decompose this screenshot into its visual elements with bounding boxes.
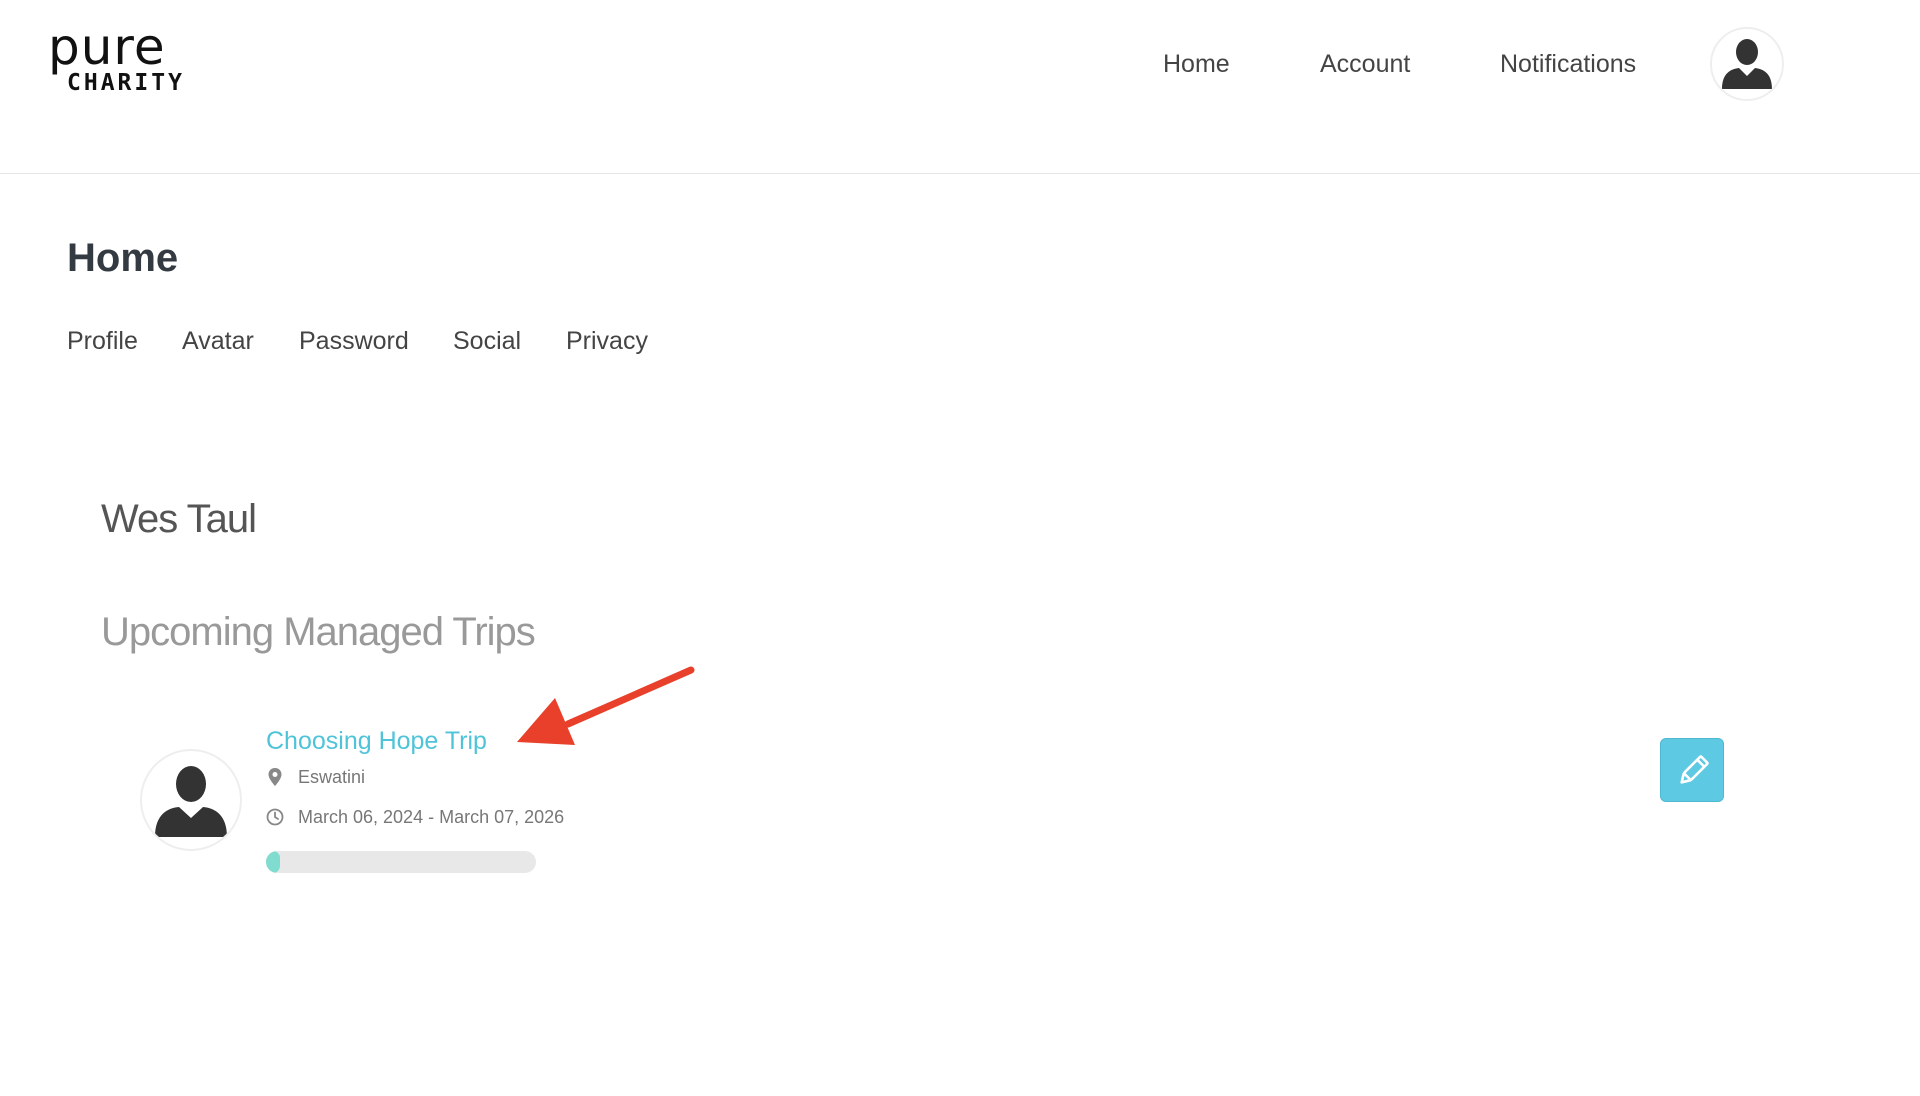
user-name: Wes Taul <box>101 497 257 541</box>
header-avatar[interactable] <box>1710 27 1784 101</box>
nav-notifications[interactable]: Notifications <box>1500 48 1636 80</box>
user-silhouette-icon <box>155 766 227 837</box>
nav-home[interactable]: Home <box>1163 48 1230 80</box>
upcoming-trips-heading: Upcoming Managed Trips <box>101 610 536 654</box>
clock-icon <box>266 808 284 826</box>
trip-dates-text: March 06, 2024 - March 07, 2026 <box>298 807 565 827</box>
edit-trip-button[interactable] <box>1660 738 1724 802</box>
subnav-avatar[interactable]: Avatar <box>182 324 254 358</box>
pencil-icon <box>1680 755 1709 784</box>
trip-title-link[interactable]: Choosing Hope Trip <box>266 724 487 758</box>
map-pin-icon <box>268 768 282 786</box>
page-title: Home <box>67 236 179 280</box>
subnav-password[interactable]: Password <box>299 324 409 358</box>
subnav-privacy[interactable]: Privacy <box>566 324 648 358</box>
pure-charity-logo[interactable]: pure CHARITY <box>48 18 182 98</box>
trip-location-text: Eswatini <box>298 767 366 787</box>
logo-text-bottom: CHARITY <box>67 70 185 96</box>
subnav-profile[interactable]: Profile <box>67 324 138 358</box>
trip-progress-fill <box>266 851 280 873</box>
user-silhouette-icon <box>1722 39 1772 89</box>
trip-progress-bar <box>266 851 536 873</box>
site-header: pure CHARITY Home Account Notifications <box>0 0 1920 174</box>
trip-dates: March 06, 2024 - March 07, 2026 <box>266 805 564 829</box>
subnav-social[interactable]: Social <box>453 324 521 358</box>
trip-avatar <box>140 749 242 851</box>
trip-location: Eswatini <box>266 765 365 789</box>
nav-account[interactable]: Account <box>1320 48 1410 80</box>
logo-text-top: pure <box>48 18 166 76</box>
